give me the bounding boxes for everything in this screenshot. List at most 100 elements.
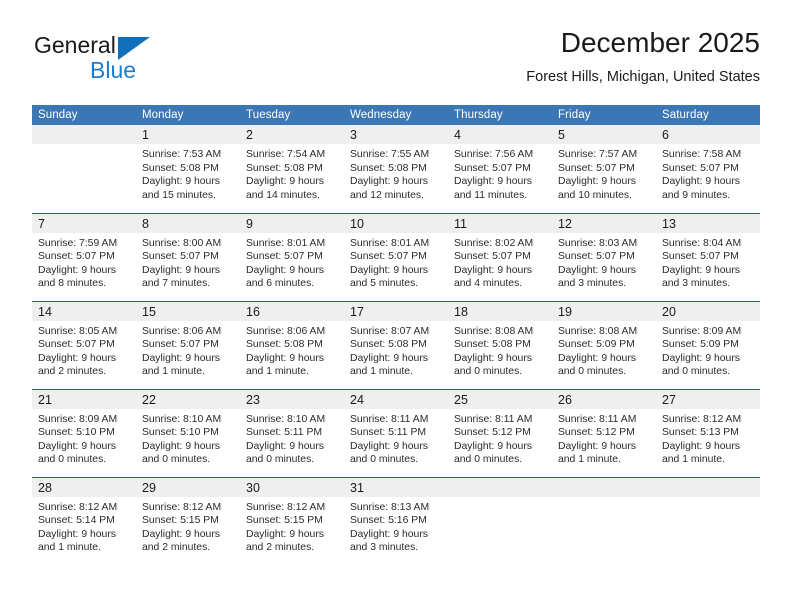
day-details: Sunrise: 7:58 AM Sunset: 5:07 PM Daylight:…: [656, 144, 760, 202]
calendar-day[interactable]: 7 Sunrise: 7:59 AM Sunset: 5:07 PM Daylight…: [32, 213, 136, 301]
day-number: 14: [32, 301, 136, 321]
calendar-week-row: 1 Sunrise: 7:53 AM Sunset: 5:08 PM Daylight…: [32, 125, 760, 213]
daylight-text-line2: and 0 minutes.: [454, 366, 523, 378]
sunset-text: Sunset: 5:11 PM: [350, 427, 427, 439]
day-number: 27: [656, 389, 760, 409]
daylight-text-line1: Daylight: 9 hours: [142, 352, 220, 364]
calendar-day[interactable]: 22 Sunrise: 8:10 AM Sunset: 5:10 PM Dayligh…: [136, 389, 240, 477]
daylight-text-line2: and 2 minutes.: [142, 542, 211, 554]
calendar-week-row: 28 Sunrise: 8:12 AM Sunset: 5:14 PM Dayligh…: [32, 476, 760, 566]
weekday-header-wednesday: Wednesday: [344, 105, 448, 125]
calendar-day[interactable]: 14 Sunrise: 8:05 AM Sunset: 5:07 PM Dayligh…: [32, 301, 136, 389]
sunrise-text: Sunrise: 8:04 AM: [662, 237, 742, 249]
daylight-text-line2: and 1 minute.: [38, 542, 101, 554]
calendar-day[interactable]: 10 Sunrise: 8:01 AM Sunset: 5:07 PM Dayligh…: [344, 213, 448, 301]
day-number: 30: [240, 477, 344, 497]
general-blue-logo[interactable]: General Blue: [32, 32, 212, 90]
day-number: 21: [32, 389, 136, 409]
day-details: Sunrise: 8:03 AM Sunset: 5:07 PM Daylight:…: [552, 233, 656, 291]
calendar-day[interactable]: 24 Sunrise: 8:11 AM Sunset: 5:11 PM Dayligh…: [344, 389, 448, 477]
calendar-day[interactable]: 5 Sunrise: 7:57 AM Sunset: 5:07 PM Daylight…: [552, 125, 656, 213]
calendar-cell: [448, 476, 552, 565]
calendar-day[interactable]: 27 Sunrise: 8:12 AM Sunset: 5:13 PM Dayligh…: [656, 389, 760, 477]
day-details: Sunrise: 7:56 AM Sunset: 5:07 PM Daylight:…: [448, 144, 552, 202]
sunrise-text: Sunrise: 7:56 AM: [454, 149, 534, 160]
sunset-text: Sunset: 5:10 PM: [38, 427, 115, 439]
day-number: 25: [448, 389, 552, 409]
sunrise-text: Sunrise: 8:11 AM: [558, 413, 637, 425]
calendar-day[interactable]: 1 Sunrise: 7:53 AM Sunset: 5:08 PM Daylight…: [136, 125, 240, 213]
day-details: Sunrise: 8:01 AM Sunset: 5:07 PM Daylight:…: [344, 233, 448, 291]
weekday-header-friday: Friday: [552, 105, 656, 125]
calendar-day[interactable]: 18 Sunrise: 8:08 AM Sunset: 5:08 PM Dayligh…: [448, 301, 552, 389]
day-details: Sunrise: 8:04 AM Sunset: 5:07 PM Daylight:…: [656, 233, 760, 291]
calendar-day[interactable]: 6 Sunrise: 7:58 AM Sunset: 5:07 PM Daylight…: [656, 125, 760, 213]
day-number: 8: [136, 213, 240, 233]
calendar-cell: [552, 476, 656, 565]
calendar-day[interactable]: 29 Sunrise: 8:12 AM Sunset: 5:15 PM Dayligh…: [136, 477, 240, 566]
calendar-cell: 30 Sunrise: 8:12 AM Sunset: 5:15 PM Dayligh…: [240, 476, 344, 566]
sunset-text: Sunset: 5:07 PM: [558, 251, 635, 263]
calendar-cell: 3 Sunrise: 7:55 AM Sunset: 5:08 PM Daylight…: [344, 125, 448, 213]
calendar-day[interactable]: 9 Sunrise: 8:01 AM Sunset: 5:07 PM Daylight…: [240, 213, 344, 301]
day-details: Sunrise: 8:12 AM Sunset: 5:13 PM Daylight:…: [656, 409, 760, 467]
calendar-day[interactable]: 15 Sunrise: 8:06 AM Sunset: 5:07 PM Dayligh…: [136, 301, 240, 389]
daylight-text-line1: Daylight: 9 hours: [142, 440, 220, 452]
day-details: Sunrise: 8:12 AM Sunset: 5:14 PM Daylight:…: [32, 497, 136, 555]
sunrise-text: Sunrise: 8:12 AM: [38, 501, 118, 513]
sunrise-text: Sunrise: 7:55 AM: [350, 149, 430, 160]
day-details: Sunrise: 8:13 AM Sunset: 5:16 PM Daylight:…: [344, 497, 448, 555]
daylight-text-line1: Daylight: 9 hours: [246, 176, 324, 188]
calendar-cell: 8 Sunrise: 8:00 AM Sunset: 5:07 PM Daylight…: [136, 212, 240, 301]
calendar-day[interactable]: 12 Sunrise: 8:03 AM Sunset: 5:07 PM Dayligh…: [552, 213, 656, 301]
daylight-text-line2: and 7 minutes.: [142, 278, 211, 290]
calendar-day[interactable]: 3 Sunrise: 7:55 AM Sunset: 5:08 PM Daylight…: [344, 125, 448, 213]
daylight-text-line2: and 0 minutes.: [350, 454, 419, 466]
calendar-day[interactable]: 23 Sunrise: 8:10 AM Sunset: 5:11 PM Dayligh…: [240, 389, 344, 477]
calendar-day[interactable]: 11 Sunrise: 8:02 AM Sunset: 5:07 PM Dayligh…: [448, 213, 552, 301]
day-details: Sunrise: 7:59 AM Sunset: 5:07 PM Daylight:…: [32, 233, 136, 291]
day-details: Sunrise: 8:00 AM Sunset: 5:07 PM Daylight:…: [136, 233, 240, 291]
sunset-text: Sunset: 5:10 PM: [142, 427, 219, 439]
weekday-header-row: Sunday Monday Tuesday Wednesday Thursday…: [32, 105, 760, 125]
daylight-text-line1: Daylight: 9 hours: [38, 264, 116, 276]
page-subtitle: Forest Hills, Michigan, United States: [526, 69, 760, 85]
sunset-text: Sunset: 5:07 PM: [662, 251, 739, 263]
calendar-day[interactable]: 28 Sunrise: 8:12 AM Sunset: 5:14 PM Dayligh…: [32, 477, 136, 566]
calendar-day[interactable]: 2 Sunrise: 7:54 AM Sunset: 5:08 PM Daylight…: [240, 125, 344, 213]
calendar-day[interactable]: 31 Sunrise: 8:13 AM Sunset: 5:16 PM Dayligh…: [344, 477, 448, 566]
calendar-day[interactable]: 20 Sunrise: 8:09 AM Sunset: 5:09 PM Dayligh…: [656, 301, 760, 389]
day-number: 22: [136, 389, 240, 409]
calendar-cell: 5 Sunrise: 7:57 AM Sunset: 5:07 PM Daylight…: [552, 125, 656, 213]
day-details: Sunrise: 8:07 AM Sunset: 5:08 PM Daylight:…: [344, 321, 448, 379]
day-number: 29: [136, 477, 240, 497]
sunrise-text: Sunrise: 8:06 AM: [142, 325, 222, 337]
daylight-text-line2: and 0 minutes.: [558, 366, 627, 378]
calendar-day[interactable]: 13 Sunrise: 8:04 AM Sunset: 5:07 PM Dayligh…: [656, 213, 760, 301]
brand-name-general: General: [34, 32, 116, 58]
calendar-day[interactable]: 25 Sunrise: 8:11 AM Sunset: 5:12 PM Dayligh…: [448, 389, 552, 477]
calendar-cell: 25 Sunrise: 8:11 AM Sunset: 5:12 PM Dayligh…: [448, 388, 552, 477]
daylight-text-line1: Daylight: 9 hours: [350, 176, 428, 188]
calendar-day[interactable]: 26 Sunrise: 8:11 AM Sunset: 5:12 PM Dayligh…: [552, 389, 656, 477]
calendar-day[interactable]: 17 Sunrise: 8:07 AM Sunset: 5:08 PM Dayligh…: [344, 301, 448, 389]
day-number: 23: [240, 389, 344, 409]
day-number: 11: [448, 213, 552, 233]
daylight-text-line2: and 15 minutes.: [142, 189, 216, 201]
calendar-day[interactable]: 19 Sunrise: 8:08 AM Sunset: 5:09 PM Dayligh…: [552, 301, 656, 389]
daylight-text-line2: and 0 minutes.: [142, 454, 211, 466]
sunrise-text: Sunrise: 8:09 AM: [662, 325, 742, 337]
calendar-day[interactable]: 4 Sunrise: 7:56 AM Sunset: 5:07 PM Daylight…: [448, 125, 552, 213]
calendar-day[interactable]: 21 Sunrise: 8:09 AM Sunset: 5:10 PM Dayligh…: [32, 389, 136, 477]
calendar-day[interactable]: 8 Sunrise: 8:00 AM Sunset: 5:07 PM Daylight…: [136, 213, 240, 301]
day-details: Sunrise: 8:09 AM Sunset: 5:09 PM Daylight:…: [656, 321, 760, 379]
calendar-day[interactable]: 30 Sunrise: 8:12 AM Sunset: 5:15 PM Dayligh…: [240, 477, 344, 566]
calendar-cell: 9 Sunrise: 8:01 AM Sunset: 5:07 PM Daylight…: [240, 212, 344, 301]
calendar-cell: 24 Sunrise: 8:11 AM Sunset: 5:11 PM Dayligh…: [344, 388, 448, 477]
calendar-day[interactable]: 16 Sunrise: 8:06 AM Sunset: 5:08 PM Dayligh…: [240, 301, 344, 389]
calendar-cell: 11 Sunrise: 8:02 AM Sunset: 5:07 PM Dayligh…: [448, 212, 552, 301]
daylight-text-line1: Daylight: 9 hours: [142, 528, 220, 540]
daylight-text-line1: Daylight: 9 hours: [246, 528, 324, 540]
calendar-cell: 18 Sunrise: 8:08 AM Sunset: 5:08 PM Dayligh…: [448, 300, 552, 389]
sunset-text: Sunset: 5:13 PM: [662, 427, 739, 439]
